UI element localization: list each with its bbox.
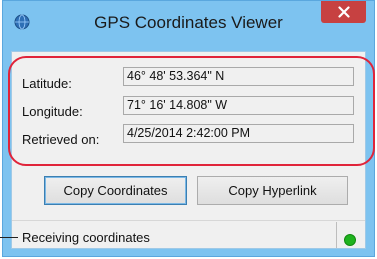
status-bar-divider	[12, 220, 365, 221]
close-icon	[337, 6, 350, 18]
status-bar-separator	[336, 222, 337, 248]
callout-leader-line	[0, 237, 18, 238]
app-window: GPS Coordinates Viewer Latitude: 46° 48'…	[2, 0, 375, 257]
longitude-label: Longitude:	[22, 104, 83, 119]
copy-coordinates-button[interactable]: Copy Coordinates	[44, 176, 187, 205]
close-button[interactable]	[321, 1, 366, 23]
copy-hyperlink-button[interactable]: Copy Hyperlink	[197, 176, 348, 205]
status-indicator-icon	[344, 234, 356, 246]
title-bar[interactable]: GPS Coordinates Viewer	[3, 1, 374, 51]
client-area: Latitude: 46° 48' 53.364" N Longitude: 7…	[11, 51, 366, 249]
status-text: Receiving coordinates	[22, 230, 150, 245]
retrieved-on-field[interactable]: 4/25/2014 2:42:00 PM	[123, 124, 354, 143]
latitude-field[interactable]: 46° 48' 53.364" N	[123, 67, 354, 86]
window-title: GPS Coordinates Viewer	[94, 13, 283, 32]
longitude-field[interactable]: 71° 16' 14.808" W	[123, 96, 354, 115]
retrieved-on-label: Retrieved on:	[22, 132, 100, 147]
latitude-label: Latitude:	[22, 76, 72, 91]
